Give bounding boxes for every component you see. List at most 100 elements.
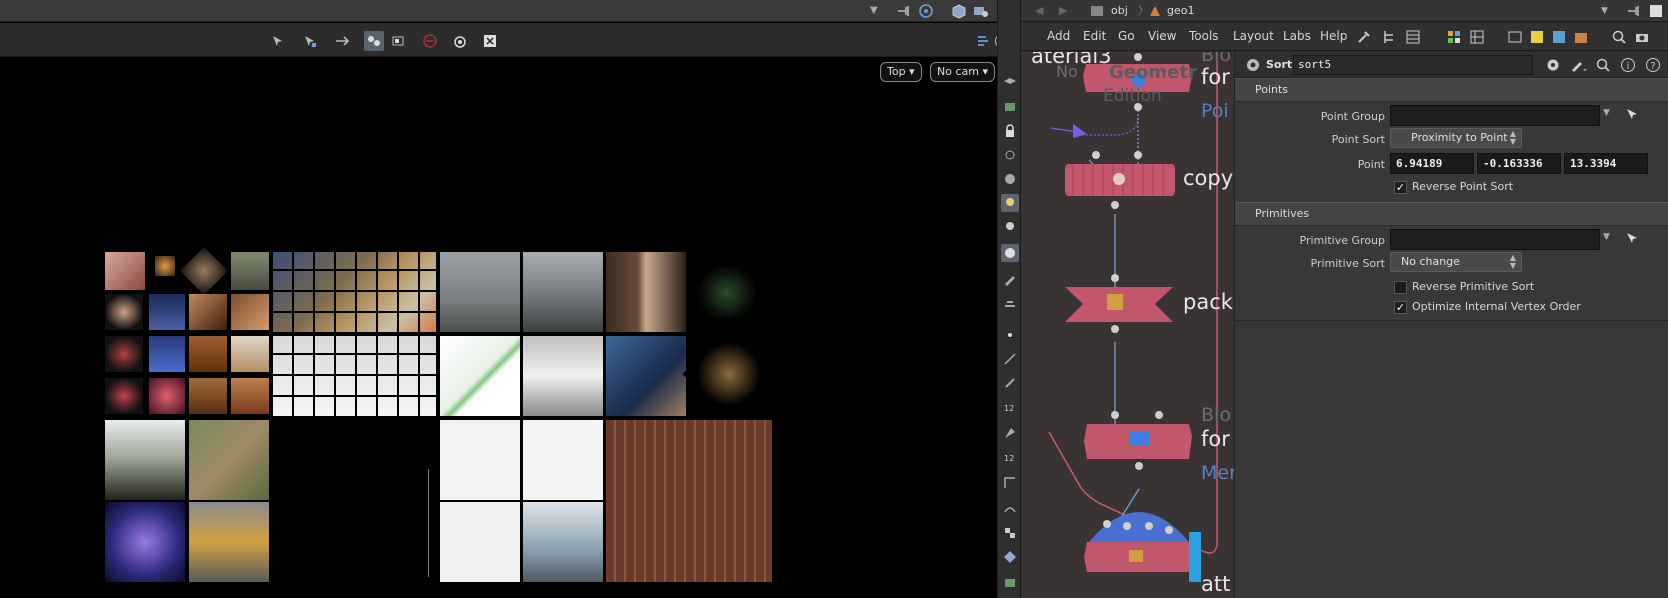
select-arrow-icon[interactable] bbox=[268, 31, 288, 51]
camera-settings-icon[interactable] bbox=[972, 2, 990, 20]
reverse-point-sort-checkbox[interactable]: ✓ bbox=[1394, 181, 1407, 194]
geometry-box-icon[interactable] bbox=[950, 2, 968, 20]
thumbnail bbox=[230, 293, 270, 331]
point-group-field[interactable] bbox=[1390, 105, 1600, 126]
table-view-icon[interactable] bbox=[1469, 29, 1485, 45]
node-label-poi: Poi bbox=[1201, 100, 1229, 122]
node-label-geometry: Geometr bbox=[1109, 62, 1197, 83]
menu-layout[interactable]: Layout bbox=[1233, 29, 1274, 43]
prim-numbers-icon[interactable]: 12 bbox=[1001, 448, 1019, 466]
sort-node-gear-icon bbox=[1247, 59, 1259, 71]
pin-icon[interactable] bbox=[895, 2, 913, 20]
thumbnail bbox=[522, 419, 604, 501]
menu-tools[interactable]: Tools bbox=[1189, 29, 1219, 43]
no-entry-icon[interactable] bbox=[420, 31, 440, 51]
point-y-field[interactable]: -0.163336 bbox=[1477, 153, 1561, 174]
menu-add[interactable]: Add bbox=[1047, 29, 1070, 43]
edge-icon[interactable] bbox=[1001, 350, 1019, 368]
pin-tool-icon[interactable] bbox=[1001, 146, 1019, 164]
info-icon[interactable]: i bbox=[1620, 57, 1636, 73]
primitives-section-header[interactable]: Primitives bbox=[1235, 202, 1668, 226]
view-top-button[interactable]: Top ▾ bbox=[880, 62, 922, 82]
geometry-tool-icon[interactable] bbox=[1001, 244, 1019, 262]
brush-dropdown-icon[interactable] bbox=[1569, 57, 1587, 73]
point-numbers-icon[interactable]: 12 bbox=[1001, 398, 1019, 416]
viewport-layout-icon[interactable] bbox=[974, 31, 994, 51]
light-bulb-icon[interactable] bbox=[1001, 194, 1019, 212]
forward-arrow-icon[interactable]: ▶ bbox=[1059, 2, 1067, 20]
brush-icon[interactable] bbox=[1001, 270, 1019, 288]
point-group-dropdown-icon[interactable]: ▼ bbox=[1603, 108, 1610, 118]
primitive-sort-menu[interactable]: No change ▲ ▼ bbox=[1390, 252, 1522, 272]
diamond-icon[interactable] bbox=[1001, 548, 1019, 566]
lock-icon[interactable] bbox=[1001, 122, 1019, 140]
network-editor[interactable]: aterial3 Blo for No Geometr Edition Poi … bbox=[1021, 52, 1234, 598]
paint-icon[interactable] bbox=[1001, 424, 1019, 442]
checker-icon[interactable] bbox=[1001, 524, 1019, 542]
search-icon[interactable] bbox=[1611, 29, 1627, 45]
primitive-group-field[interactable] bbox=[1390, 229, 1600, 250]
transform-arrow-icon[interactable] bbox=[300, 31, 320, 51]
point-x-field[interactable]: 6.94189 bbox=[1390, 153, 1474, 174]
menu-go[interactable]: Go bbox=[1118, 29, 1135, 43]
sticky-note-icon[interactable] bbox=[1529, 29, 1545, 45]
thumbnail bbox=[188, 377, 228, 415]
sculpt-icon[interactable] bbox=[1001, 294, 1019, 312]
ghost-icon[interactable] bbox=[1001, 98, 1019, 116]
breadcrumb-obj[interactable]: obj bbox=[1111, 2, 1128, 20]
link-pane-icon[interactable] bbox=[1648, 3, 1664, 19]
network-menu-bar: Add Edit Go View Tools Layout Labs Help bbox=[1021, 23, 1668, 51]
geometry-object-icon bbox=[1150, 6, 1160, 16]
corner-icon[interactable] bbox=[1001, 474, 1019, 492]
path-dropdown-arrow-icon[interactable]: ▼ bbox=[1601, 2, 1608, 20]
param-search-icon[interactable] bbox=[1595, 57, 1611, 73]
node-name-field[interactable]: sort5 bbox=[1293, 55, 1533, 75]
link-icon[interactable] bbox=[917, 2, 935, 20]
camera-icon[interactable] bbox=[1634, 29, 1650, 45]
3d-viewport[interactable]: Top ▾ No cam ▾ bbox=[0, 58, 997, 598]
display-options-icon[interactable] bbox=[388, 31, 408, 51]
camera-button[interactable]: No cam ▾ bbox=[930, 62, 995, 82]
sphere-icon[interactable] bbox=[1001, 170, 1019, 188]
snapping-icon[interactable] bbox=[364, 31, 384, 51]
menu-labs[interactable]: Labs bbox=[1283, 29, 1311, 43]
point-z-field[interactable]: 13.3394 bbox=[1564, 153, 1648, 174]
camera-tool-icon[interactable] bbox=[1001, 218, 1019, 236]
list-view-icon[interactable] bbox=[1405, 29, 1421, 45]
pane-dropdown-arrow-icon[interactable]: ▼ bbox=[870, 5, 878, 16]
thumbnail bbox=[522, 335, 604, 417]
render-eye-icon[interactable] bbox=[450, 31, 470, 51]
menu-view[interactable]: View bbox=[1148, 29, 1176, 43]
menu-edit[interactable]: Edit bbox=[1083, 29, 1106, 43]
primitive-group-select-arrow-icon[interactable] bbox=[1625, 231, 1639, 245]
breadcrumb-geo1[interactable]: geo1 bbox=[1167, 2, 1194, 20]
map-icon[interactable] bbox=[1001, 574, 1019, 592]
layers-icon[interactable] bbox=[1001, 74, 1019, 92]
svg-text:i: i bbox=[1627, 61, 1630, 72]
pin-pane-icon[interactable] bbox=[1626, 3, 1642, 19]
cabinet-icon[interactable] bbox=[1573, 29, 1589, 45]
primitive-sort-value: No change bbox=[1401, 255, 1460, 268]
back-arrow-icon[interactable]: ◀ bbox=[1035, 2, 1043, 20]
menu-help[interactable]: Help bbox=[1320, 29, 1347, 43]
point-group-select-arrow-icon[interactable] bbox=[1625, 107, 1639, 121]
tree-layout-icon[interactable] bbox=[1381, 29, 1397, 45]
settings-gear-icon[interactable] bbox=[1545, 57, 1561, 73]
thumbnail bbox=[230, 377, 270, 415]
pen-icon[interactable] bbox=[1001, 374, 1019, 392]
image-icon[interactable] bbox=[1551, 29, 1567, 45]
surface-icon[interactable] bbox=[1001, 500, 1019, 518]
node-label-att: att bbox=[1201, 572, 1231, 596]
reverse-primitive-sort-checkbox[interactable] bbox=[1394, 281, 1407, 294]
wrench-icon[interactable] bbox=[1356, 29, 1372, 45]
point-icon[interactable] bbox=[1001, 326, 1019, 344]
handle-arrow-icon[interactable] bbox=[332, 31, 352, 51]
primitive-group-dropdown-icon[interactable]: ▼ bbox=[1603, 232, 1610, 242]
flipbook-icon[interactable] bbox=[480, 31, 500, 51]
grid-view-icon[interactable] bbox=[1446, 29, 1462, 45]
network-box-icon[interactable] bbox=[1507, 29, 1523, 45]
points-section-header[interactable]: Points bbox=[1235, 78, 1668, 102]
param-help-icon[interactable]: ? bbox=[1645, 57, 1661, 73]
point-sort-menu[interactable]: Proximity to Point ▲ ▼ bbox=[1390, 128, 1522, 148]
optimize-vertex-order-checkbox[interactable]: ✓ bbox=[1394, 301, 1407, 314]
